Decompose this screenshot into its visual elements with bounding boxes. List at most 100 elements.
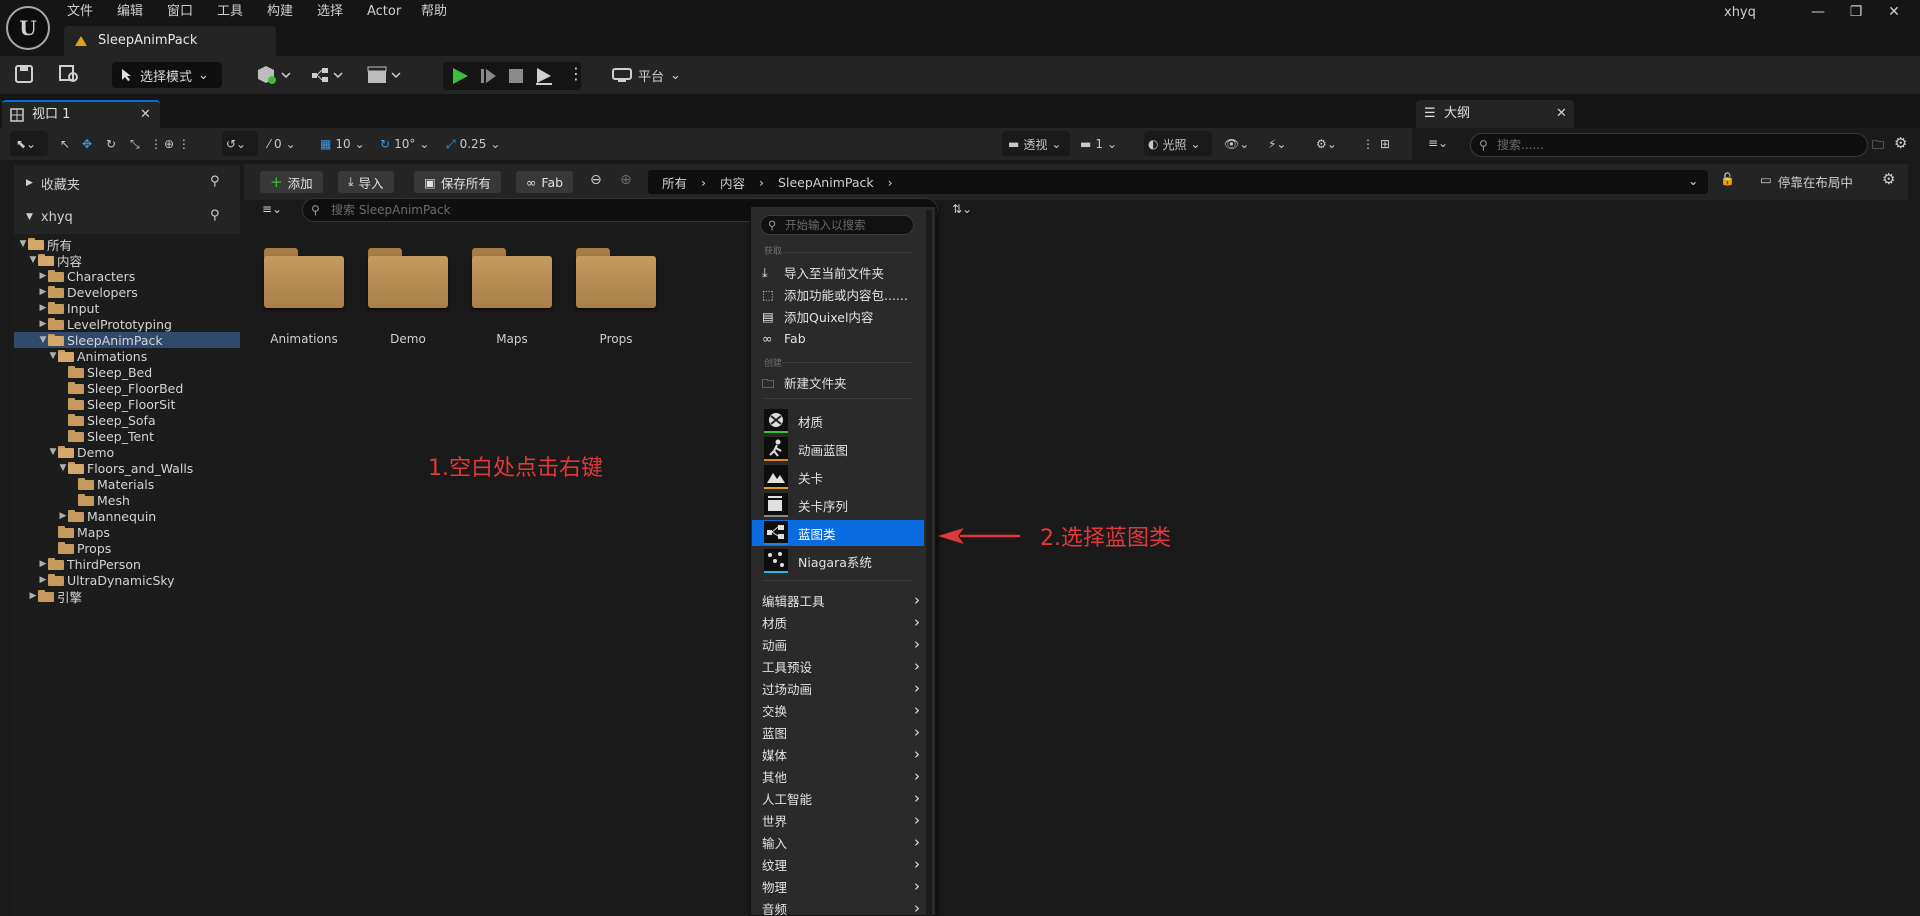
search-icon[interactable]: ⚲ (210, 208, 220, 223)
viewport-options-icon[interactable]: ⋮ (1362, 132, 1374, 156)
save-all-button[interactable]: ▣ 保存所有 (414, 171, 501, 193)
submenu-item[interactable]: 材质 › (762, 612, 926, 632)
rotate-icon[interactable]: ↻ (106, 132, 116, 156)
add-folder-icon[interactable]: 🗀 (1872, 136, 1884, 157)
submenu-item[interactable]: 编辑器工具 › (762, 590, 926, 610)
tree-item[interactable]: ▶ ThirdPerson (14, 556, 240, 572)
chevron-right-icon[interactable]: ▶ (38, 287, 48, 297)
tree-item[interactable]: ▼ SleepAnimPack (14, 332, 240, 348)
layout-icon[interactable]: ⊞ (1380, 132, 1390, 156)
close-tab-icon[interactable]: ✕ (140, 102, 151, 128)
viewport-more-icon[interactable]: ⋮ (150, 132, 162, 156)
grid-snap[interactable]: ▦ 10 ⌄ (320, 132, 365, 156)
rotation-snap[interactable]: ⁄ 0 ⌄ (268, 132, 296, 156)
submenu-item[interactable]: 人工智能 › (762, 788, 926, 808)
submenu-item[interactable]: 动画 › (762, 634, 926, 654)
submenu-item[interactable]: 音频 › (762, 898, 926, 916)
menu-select[interactable]: 选择 (317, 2, 343, 22)
tree-item[interactable]: ▼ Floors_and_Walls (14, 460, 240, 476)
camera-speed[interactable]: ▬ 1 ⌄ (1080, 132, 1117, 156)
restore-icon[interactable]: ❐ (1844, 2, 1868, 22)
menu-build[interactable]: 构建 (267, 2, 293, 22)
tree-item[interactable]: ▶ Characters (14, 268, 240, 284)
chevron-down-icon[interactable]: ▼ (48, 351, 58, 361)
lighting-dropdown[interactable]: ◐ 光照 ⌄ (1148, 132, 1201, 156)
move-icon[interactable]: ✥ (82, 132, 92, 156)
close-window-icon[interactable]: ✕ (1882, 2, 1906, 22)
submenu-item[interactable]: 纹理 › (762, 854, 926, 874)
root-header[interactable]: ▼ xhyq ⚲ (14, 200, 240, 234)
chevron-right-icon[interactable]: ▶ (38, 559, 48, 569)
transform-select-icon[interactable]: ⬉⌄ (16, 132, 36, 156)
submenu-item[interactable]: 物理 › (762, 876, 926, 896)
tree-item[interactable]: ▼ 内容 (14, 252, 240, 269)
tree-item[interactable]: ▶ Mannequin (14, 508, 240, 524)
show-icon[interactable]: 👁⌄ (1224, 132, 1249, 156)
asset-folder[interactable]: Animations (262, 246, 346, 356)
submenu-item[interactable]: 蓝图 › (762, 722, 926, 742)
scale-snap[interactable]: ⤢ 0.25 ⌄ (446, 132, 500, 156)
angle-snap[interactable]: ↻ 10° ⌄ (380, 132, 429, 156)
platform-button[interactable]: 平台 ⌄ (612, 62, 681, 88)
step-icon[interactable] (478, 66, 498, 86)
content-scrollbar[interactable] (1908, 164, 1920, 916)
settings-gear-icon[interactable]: ⚙⌄ (1316, 132, 1337, 156)
menu-import-to-folder[interactable]: ⤓ 导入至当前文件夹 (762, 262, 924, 282)
chevron-right-icon[interactable]: ▶ (38, 303, 48, 313)
menu-fab[interactable]: ∞ Fab (762, 328, 924, 348)
fab-button[interactable]: ∞ Fab (516, 171, 574, 193)
browse-icon[interactable] (58, 64, 80, 84)
search-icon[interactable]: ⚲ (210, 174, 220, 189)
close-tab-icon[interactable]: ✕ (1556, 100, 1567, 128)
import-button[interactable]: ⤓ 导入 (338, 171, 394, 193)
tree-item[interactable]: ▼ Animations (14, 348, 240, 364)
tree-item[interactable]: ▶ UltraDynamicSky (14, 572, 240, 588)
chevron-right-icon[interactable]: ▶ (38, 319, 48, 329)
tree-item[interactable]: ▼ 所有 (14, 236, 240, 253)
add-actor-icon[interactable] (256, 65, 292, 85)
submenu-item[interactable]: 工具预设 › (762, 656, 926, 676)
menu-level[interactable]: 关卡 (752, 464, 924, 490)
chevron-down-icon[interactable]: ▼ (18, 239, 28, 249)
view-mode-dropdown[interactable]: ▬ 透视 ⌄ (1008, 132, 1061, 156)
menu-tools[interactable]: 工具 (217, 2, 243, 22)
menu-anim-blueprint[interactable]: 动画蓝图 (752, 436, 924, 462)
scalability-icon[interactable]: ⚡⌄ (1268, 132, 1286, 156)
unreal-logo-icon[interactable]: U (6, 6, 50, 50)
tree-item[interactable]: ▶ Developers (14, 284, 240, 300)
tree-item[interactable]: Sleep_Bed (14, 364, 240, 380)
chevron-down-icon[interactable]: ▼ (38, 335, 48, 345)
tree-item[interactable]: ▶ 引擎 (14, 588, 240, 605)
breadcrumb-all[interactable]: 所有 (662, 173, 687, 192)
tree-item[interactable]: Materials (14, 476, 240, 492)
menu-file[interactable]: 文件 (67, 2, 93, 22)
back-icon[interactable]: ⊖ (590, 172, 602, 188)
cb-settings-icon[interactable]: ⚙ (1882, 170, 1895, 188)
chevron-down-icon[interactable]: ▼ (28, 255, 38, 265)
menu-add-quixel[interactable]: ▤ 添加Quixel内容 (762, 306, 924, 326)
asset-folder[interactable]: Maps (470, 246, 554, 356)
menu-new-folder[interactable]: 🗀 新建文件夹 (762, 372, 924, 392)
add-button[interactable]: + 添加 (260, 171, 323, 193)
tree-item[interactable]: Sleep_Tent (14, 428, 240, 444)
tree-item[interactable]: ▶ LevelPrototyping (14, 316, 240, 332)
menu-edit[interactable]: 编辑 (117, 2, 143, 22)
menu-window[interactable]: 窗口 (167, 2, 193, 22)
menu-add-feature-pack[interactable]: ⬚ 添加功能或内容包...... (762, 284, 924, 304)
path-breadcrumb[interactable]: 所有 › 内容 › SleepAnimPack › ⌄ (648, 170, 1708, 194)
blueprint-toolbar-icon[interactable] (310, 65, 346, 85)
outliner-search-input[interactable]: ⚲ 搜索...... (1470, 133, 1868, 157)
menu-niagara-system[interactable]: Niagara系统 (752, 548, 924, 574)
settings-icon[interactable]: ⚙ (1894, 134, 1907, 152)
chevron-down-icon[interactable]: ▼ (48, 447, 58, 457)
chevron-right-icon[interactable]: ▶ (38, 271, 48, 281)
chevron-down-icon[interactable]: ▼ (58, 463, 68, 473)
submenu-item[interactable]: 其他 › (762, 766, 926, 786)
lock-icon[interactable]: 🔓 (1720, 172, 1735, 186)
stop-icon[interactable] (506, 66, 526, 86)
breadcrumb-sleepanimpack[interactable]: SleepAnimPack (778, 175, 874, 190)
save-icon[interactable] (14, 64, 34, 84)
tree-item[interactable]: Sleep_FloorBed (14, 380, 240, 396)
tree-item[interactable]: Mesh (14, 492, 240, 508)
sort-icon[interactable]: ⇅⌄ (952, 202, 972, 216)
